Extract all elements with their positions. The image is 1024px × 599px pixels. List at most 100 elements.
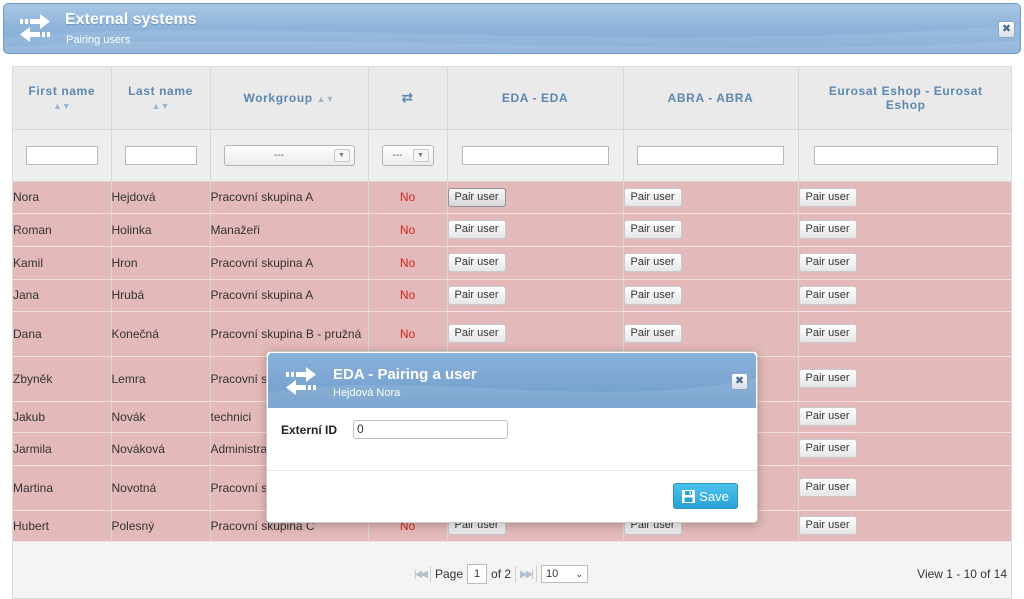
- pair-user-button[interactable]: Pair user: [623, 324, 682, 343]
- first-name-cell: Hubert: [13, 510, 112, 542]
- pair-user-button[interactable]: Pair user: [798, 187, 857, 207]
- workgroup-cell: Pracovní skupina A: [210, 279, 369, 312]
- table-row[interactable]: Jana Hrubá Pracovní skupina A No Pair user Pa…: [13, 279, 1011, 312]
- close-icon[interactable]: ✖: [998, 21, 1015, 38]
- table-row[interactable]: Roman Holinka Manažeři No Pair user Pair user…: [13, 213, 1011, 247]
- view-records-text: View 1 - 10 of 14: [917, 567, 1007, 581]
- last-name-cell: Polesný: [111, 510, 211, 542]
- pair-user-button[interactable]: Pair user: [447, 324, 506, 343]
- workgroup-cell: Manažeři: [210, 213, 369, 247]
- eurosat-cell: Pair user: [798, 356, 1011, 402]
- eurosat-cell: Pair user: [798, 311, 1011, 357]
- dialog-header: EDA - Pairing a user Hejdová Nora ✖: [268, 353, 756, 408]
- table-row[interactable]: Kamil Hron Pracovní skupina A No Pair user Pa…: [13, 246, 1011, 280]
- pager: |◀◀ Page 1 of 2 ▶▶| 10 ⌄ View 1 - 10 of …: [12, 554, 1012, 592]
- first-name-cell: Dana: [13, 311, 112, 357]
- paired-filter[interactable]: --- ▼: [381, 144, 434, 166]
- next-page-icon[interactable]: ▶▶|: [520, 569, 534, 580]
- eurosat-filter[interactable]: [813, 145, 998, 165]
- eda-cell: Pair user: [447, 311, 624, 357]
- chevron-down-icon: ▼: [412, 148, 429, 162]
- eda-filter[interactable]: [461, 145, 609, 165]
- eurosat-cell: Pair user: [798, 213, 1011, 247]
- abra-cell: Pair user: [623, 246, 799, 280]
- first-page-icon[interactable]: |◀◀: [414, 569, 428, 580]
- pair-user-button[interactable]: Pair user: [447, 187, 506, 207]
- eurosat-cell: Pair user: [798, 279, 1011, 312]
- window-subtitle: Pairing users: [66, 34, 131, 46]
- paired-status-cell: No: [368, 246, 448, 280]
- eurosat-cell: Pair user: [798, 432, 1011, 466]
- pairing-dialog: EDA - Pairing a user Hejdová Nora ✖ Exte…: [266, 351, 758, 523]
- column-header-eurosat: Eurosat Eshop - Eurosat Eshop: [798, 67, 1011, 130]
- page-of-label: of 2: [491, 567, 512, 581]
- pair-user-button[interactable]: Pair user: [798, 478, 857, 497]
- first-name-cell: Jana: [13, 279, 112, 312]
- abra-cell: Pair user: [623, 213, 799, 247]
- floppy-disk-icon: [682, 489, 696, 503]
- abra-cell: Pair user: [623, 181, 799, 214]
- pair-user-button[interactable]: Pair user: [623, 285, 682, 305]
- eda-cell: Pair user: [447, 181, 624, 214]
- last-name-cell: Hron: [111, 246, 211, 280]
- column-header-first-name[interactable]: First name ▲▼: [13, 67, 112, 130]
- workgroup-cell: Pracovní skupina A: [210, 181, 369, 214]
- column-header-workgroup[interactable]: Workgroup ▲▼: [210, 67, 369, 130]
- last-name-cell: Nováková: [111, 432, 211, 466]
- last-name-cell: Hrubá: [111, 279, 211, 312]
- paired-status-cell: No: [368, 311, 448, 357]
- page-size-select[interactable]: 10 ⌄: [541, 565, 589, 583]
- pair-user-button[interactable]: Pair user: [798, 253, 857, 272]
- first-name-filter[interactable]: [25, 145, 98, 165]
- page-label: Page: [434, 567, 464, 581]
- table-row[interactable]: Dana Konečná Pracovní skupina B - pružná No…: [13, 311, 1011, 357]
- sort-icon: ▲▼: [151, 101, 170, 112]
- pair-user-button[interactable]: Pair user: [623, 253, 682, 272]
- last-name-cell: Konečná: [111, 311, 211, 357]
- external-id-label: Externí ID: [281, 423, 338, 437]
- eda-cell: Pair user: [447, 279, 624, 312]
- abra-cell: Pair user: [623, 311, 799, 357]
- column-header-eda: EDA - EDA: [447, 67, 624, 130]
- pair-user-button[interactable]: Pair user: [447, 253, 506, 272]
- pair-user-button[interactable]: Pair user: [798, 285, 857, 305]
- eurosat-cell: Pair user: [798, 181, 1011, 214]
- eurosat-cell: Pair user: [798, 401, 1011, 433]
- save-button[interactable]: Save: [673, 483, 738, 509]
- workgroup-cell: Pracovní skupina B - pružná: [210, 311, 369, 357]
- transfer-icon: ⇄: [401, 89, 414, 106]
- last-name-cell: Novák: [111, 401, 211, 433]
- pair-user-button[interactable]: Pair user: [447, 220, 506, 239]
- abra-filter[interactable]: [637, 145, 784, 165]
- pair-user-button[interactable]: Pair user: [798, 220, 857, 239]
- transfer-icon: [286, 367, 316, 395]
- last-name-filter[interactable]: [124, 145, 197, 165]
- close-icon[interactable]: ✖: [731, 373, 748, 390]
- pair-user-button[interactable]: Pair user: [798, 324, 857, 343]
- pair-user-button[interactable]: Pair user: [798, 516, 857, 535]
- last-name-cell: Holinka: [111, 213, 211, 247]
- column-header-paired[interactable]: ⇄: [368, 67, 448, 130]
- eurosat-cell: Pair user: [798, 246, 1011, 280]
- transfer-icon: [20, 14, 50, 42]
- first-name-cell: Martina: [13, 465, 112, 511]
- external-id-input[interactable]: 0: [353, 420, 508, 439]
- paired-status-cell: No: [368, 279, 448, 312]
- eda-cell: Pair user: [447, 213, 624, 247]
- paired-status-cell: No: [368, 213, 448, 247]
- pair-user-button[interactable]: Pair user: [798, 439, 857, 458]
- pair-user-button[interactable]: Pair user: [798, 369, 857, 388]
- first-name-cell: Jakub: [13, 401, 112, 433]
- page-input[interactable]: 1: [467, 564, 488, 584]
- first-name-cell: Kamil: [13, 246, 112, 280]
- pair-user-button[interactable]: Pair user: [623, 187, 682, 207]
- workgroup-filter[interactable]: --- ▼: [223, 144, 355, 166]
- pair-user-button[interactable]: Pair user: [623, 220, 682, 239]
- window-header: External systems Pairing users ✖: [3, 3, 1021, 54]
- pair-user-button[interactable]: Pair user: [447, 285, 506, 305]
- first-name-cell: Roman: [13, 213, 112, 247]
- column-header-last-name[interactable]: Last name ▲▼: [111, 67, 211, 130]
- pair-user-button[interactable]: Pair user: [798, 407, 857, 426]
- table-row[interactable]: Nora Hejdová Pracovní skupina A No Pair user…: [13, 181, 1011, 214]
- dialog-title: EDA - Pairing a user: [333, 366, 477, 383]
